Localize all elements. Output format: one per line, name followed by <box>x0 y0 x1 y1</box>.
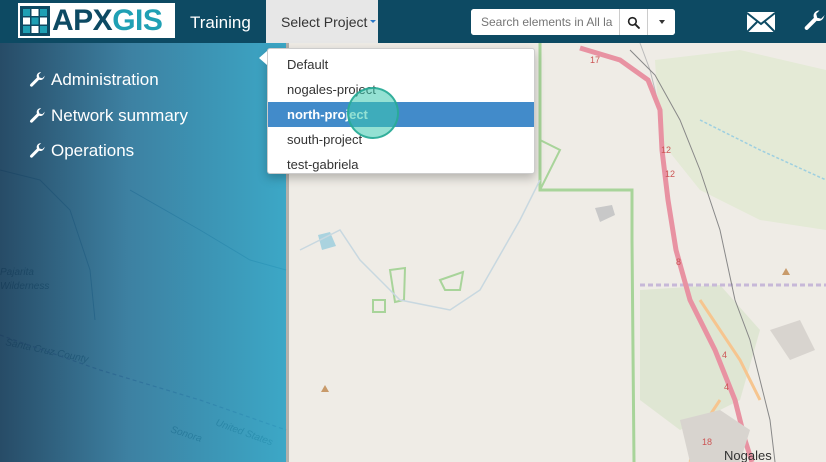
top-navbar: APX GIS Training Select Project <box>0 0 826 43</box>
wrench-icon <box>30 72 45 87</box>
route-shield: 12 <box>661 145 671 155</box>
project-dropdown-menu: Default nogales-project north-project so… <box>267 48 535 174</box>
logo-text-gis: GIS <box>112 4 163 37</box>
select-project-label: Select Project <box>281 14 368 30</box>
mail-icon[interactable] <box>746 11 776 33</box>
route-shield: 4 <box>724 382 729 392</box>
route-shield: 4 <box>722 350 727 360</box>
wrench-icon <box>30 108 45 123</box>
sidebar-item-label: Network summary <box>51 106 188 125</box>
sidebar-item-label: Operations <box>51 141 135 160</box>
map-label-nogales: Nogales <box>724 448 772 462</box>
search-input[interactable] <box>471 9 619 35</box>
project-option-south[interactable]: south-project <box>268 127 534 152</box>
caret-down-icon <box>658 20 665 24</box>
project-option-nogales[interactable]: nogales-project <box>268 77 534 102</box>
wrench-icon[interactable] <box>802 9 826 33</box>
brand-title[interactable]: Training <box>190 0 251 43</box>
search-scope-dropdown[interactable] <box>647 9 675 35</box>
logo-text-apx: APX <box>52 4 113 37</box>
project-option-default[interactable]: Default <box>268 52 534 77</box>
sidebar-item-operations[interactable]: Operations <box>28 139 134 163</box>
logo-grid-icon <box>20 5 50 36</box>
dropdown-pointer <box>259 51 267 65</box>
search-group <box>471 9 675 35</box>
caret-down-icon <box>370 20 376 23</box>
route-shield: 18 <box>702 437 712 447</box>
search-button[interactable] <box>619 9 647 35</box>
app-logo[interactable]: APX GIS <box>18 3 175 38</box>
wrench-icon <box>30 143 45 158</box>
project-option-test-gabriela[interactable]: test-gabriela <box>268 152 534 177</box>
sidebar-item-network-summary[interactable]: Network summary <box>28 104 188 128</box>
project-option-north[interactable]: north-project <box>268 102 534 127</box>
search-icon <box>627 16 640 29</box>
sidebar-item-administration[interactable]: Administration <box>28 68 159 92</box>
select-project-button[interactable]: Select Project <box>266 0 378 43</box>
route-shield: 17 <box>590 55 600 65</box>
route-shield: 8 <box>676 257 681 267</box>
sidebar-item-label: Administration <box>51 70 159 89</box>
route-shield: 12 <box>665 169 675 179</box>
